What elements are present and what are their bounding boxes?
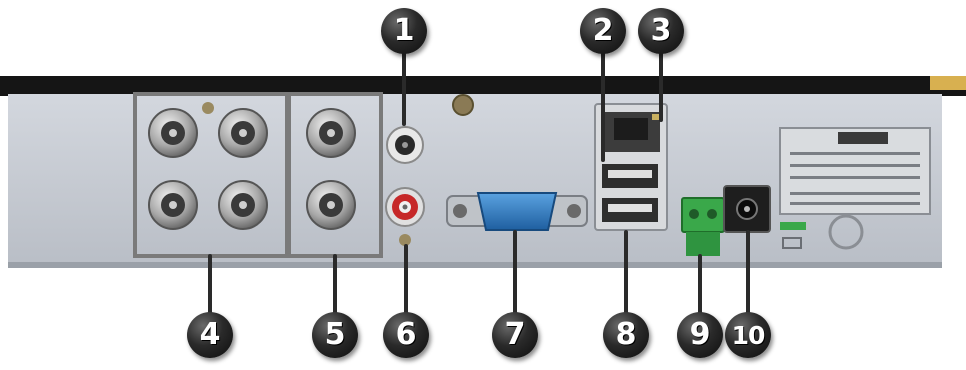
screw bbox=[202, 102, 214, 114]
callout-5-video-output: 5 bbox=[312, 312, 358, 358]
bnc-connector bbox=[306, 108, 356, 158]
bnc-connector bbox=[306, 180, 356, 230]
callout-number: 2 bbox=[592, 13, 614, 48]
lan-usb-block bbox=[594, 103, 668, 231]
callout-number: 10 bbox=[731, 320, 766, 350]
dc-power-jack bbox=[723, 185, 771, 233]
rs485-terminal bbox=[681, 197, 725, 256]
usb-port bbox=[602, 198, 658, 222]
callout-7-vga-output: 7 bbox=[492, 312, 538, 358]
callout-4-video-input: 4 bbox=[187, 312, 233, 358]
bottom-edge bbox=[8, 262, 942, 268]
callout-3-usb-port: 3 bbox=[638, 8, 684, 54]
bnc-connector bbox=[218, 108, 268, 158]
callout-2-lan-port: 2 bbox=[580, 8, 626, 54]
vga-port bbox=[446, 192, 588, 231]
callout-number: 5 bbox=[324, 317, 346, 352]
callout-number: 4 bbox=[199, 317, 221, 352]
callout-10-power: 10 bbox=[725, 312, 771, 358]
callout-6-audio-output: 6 bbox=[383, 312, 429, 358]
bnc-connector bbox=[218, 180, 268, 230]
dvr-rear-panel-photo bbox=[0, 48, 966, 320]
top-right-highlight bbox=[930, 76, 966, 90]
lan-port bbox=[602, 112, 660, 152]
callout-number: 3 bbox=[650, 13, 672, 48]
rohs-mark-icon bbox=[780, 222, 806, 230]
bnc-connector bbox=[148, 180, 198, 230]
audio-output-rca bbox=[385, 187, 425, 227]
callout-9-rs485: 9 bbox=[677, 312, 723, 358]
top-screw bbox=[452, 94, 474, 116]
callout-number: 6 bbox=[395, 317, 417, 352]
audio-input-jack bbox=[386, 126, 424, 164]
callout-number: 7 bbox=[504, 317, 526, 352]
callout-number: 9 bbox=[689, 317, 711, 352]
ground-screw bbox=[399, 234, 411, 246]
callout-number: 8 bbox=[615, 317, 637, 352]
usb-port bbox=[602, 164, 658, 188]
product-label bbox=[779, 127, 931, 215]
callout-1-audio-input: 1 bbox=[381, 8, 427, 54]
callout-number: 1 bbox=[393, 13, 415, 48]
bnc-connector bbox=[148, 108, 198, 158]
callout-8-usb-port: 8 bbox=[603, 312, 649, 358]
